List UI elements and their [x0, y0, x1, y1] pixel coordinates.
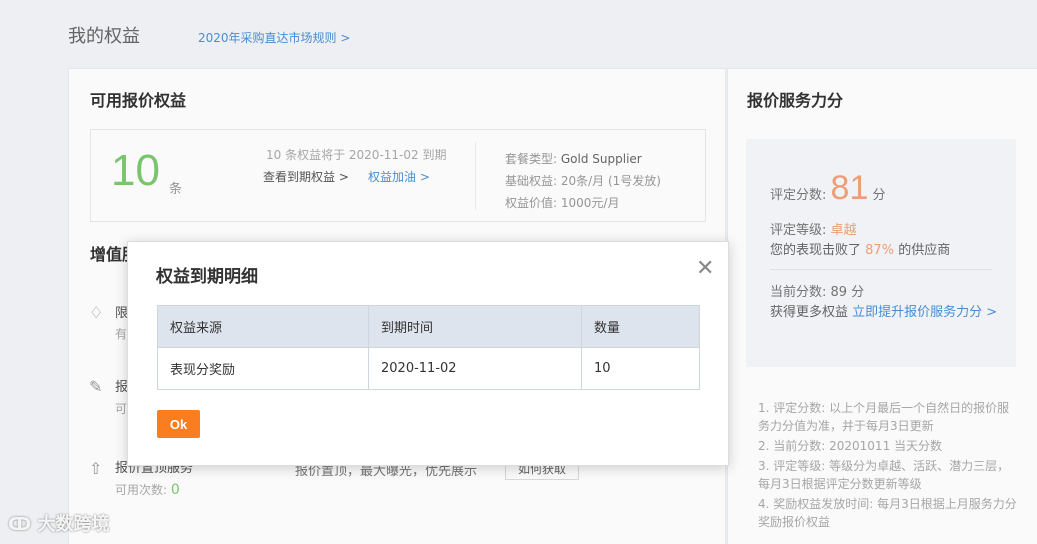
ok-button[interactable]: Ok	[157, 410, 200, 438]
modal-title: 权益到期明细	[156, 267, 258, 287]
watermark-logo-icon: ↀ	[8, 514, 32, 535]
expire-table: 权益来源 到期时间 数量 表现分奖励 2020-11-02 10	[157, 305, 700, 390]
expire-detail-modal: 权益到期明细 ✕ 权益来源 到期时间 数量 表现分奖励 2020-11-02 1…	[127, 241, 729, 466]
column-header-source: 权益来源	[157, 305, 369, 348]
watermark-text: 大数跨境	[37, 514, 110, 535]
cell-quantity: 10	[581, 347, 700, 390]
watermark: ↀ 大数跨境	[8, 510, 109, 536]
column-header-quantity: 数量	[581, 305, 700, 348]
cell-source: 表现分奖励	[157, 347, 369, 390]
table-header-row: 权益来源 到期时间 数量	[157, 305, 700, 348]
column-header-expire-date: 到期时间	[368, 305, 582, 348]
close-icon[interactable]: ✕	[696, 256, 714, 281]
table-row: 表现分奖励 2020-11-02 10	[157, 347, 700, 390]
cell-expire-date: 2020-11-02	[368, 347, 582, 390]
